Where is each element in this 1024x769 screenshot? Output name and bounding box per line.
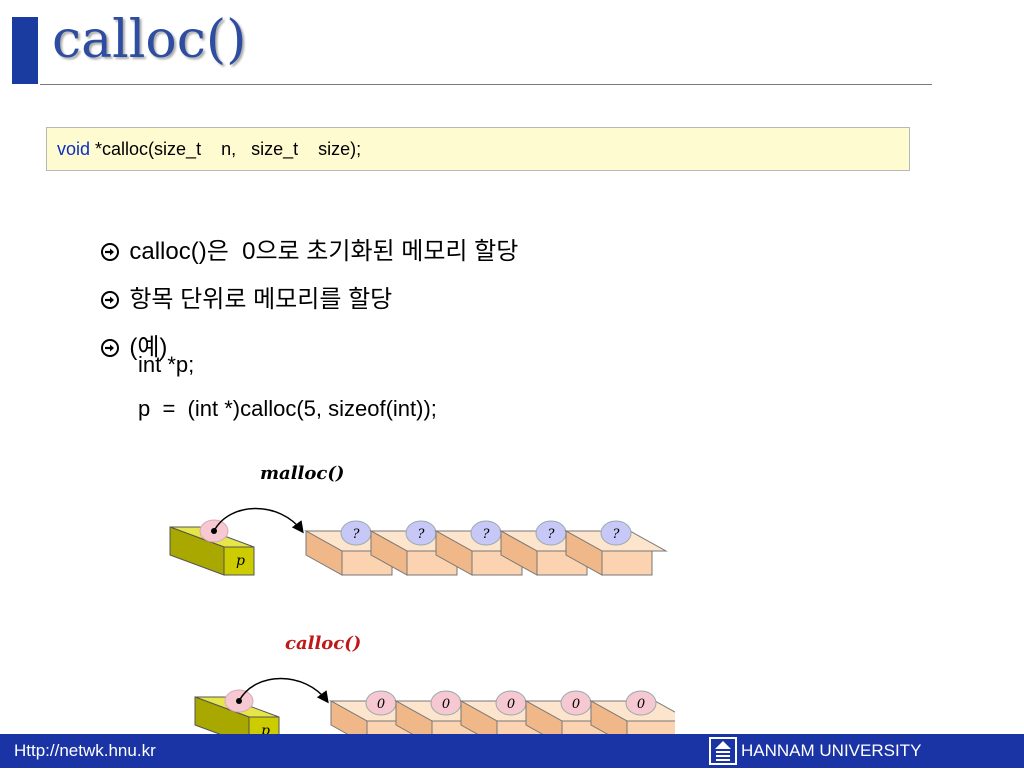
- footer-link[interactable]: Http://netwk.hnu.kr: [14, 741, 156, 761]
- title-accent-bar: [12, 17, 38, 84]
- cell-value: ?: [548, 527, 556, 542]
- cell-value: 0: [442, 697, 450, 712]
- title-divider: [40, 84, 932, 85]
- memory-allocation-diagram: malloc() p????? calloc() p 0 0 0 0 0: [155, 455, 693, 755]
- cell-value: 0: [572, 697, 580, 712]
- cell-value: 0: [377, 697, 385, 712]
- diagram-canvas: malloc() p????? calloc() p 0 0 0 0 0: [169, 463, 693, 746]
- pointer-label: p: [236, 553, 245, 569]
- memory-cell: [601, 550, 653, 576]
- cell-value: ?: [613, 527, 621, 542]
- malloc-row: malloc() p?????: [169, 463, 668, 576]
- bullet-text: 항목 단위로 메모리를 할당: [129, 286, 393, 313]
- cell-value: 0: [637, 697, 645, 712]
- code-line: p = (int *)calloc(5, sizeof(int));: [138, 396, 437, 421]
- cell-value: ?: [418, 527, 426, 542]
- prototype-signature: *calloc(size_t n, size_t size);: [90, 139, 362, 159]
- cell-value: 0: [507, 697, 515, 712]
- cell-value: ?: [483, 527, 491, 542]
- slide-title: calloc(): [52, 10, 247, 70]
- prototype-keyword: void: [57, 139, 91, 159]
- code-line: int *p;: [138, 352, 195, 377]
- row-label: calloc(): [285, 633, 361, 654]
- row-label: malloc(): [260, 463, 344, 484]
- function-prototype-box: void *calloc(size_t n, size_t size);: [46, 127, 910, 171]
- university-logo-icon: [709, 737, 737, 765]
- cell-value: ?: [353, 527, 361, 542]
- footer-university: HANNAM UNIVERSITY: [741, 741, 922, 760]
- arrow-bullet-icon: [101, 333, 120, 363]
- calloc-row: calloc()p0 0 0 0 0: [194, 633, 693, 746]
